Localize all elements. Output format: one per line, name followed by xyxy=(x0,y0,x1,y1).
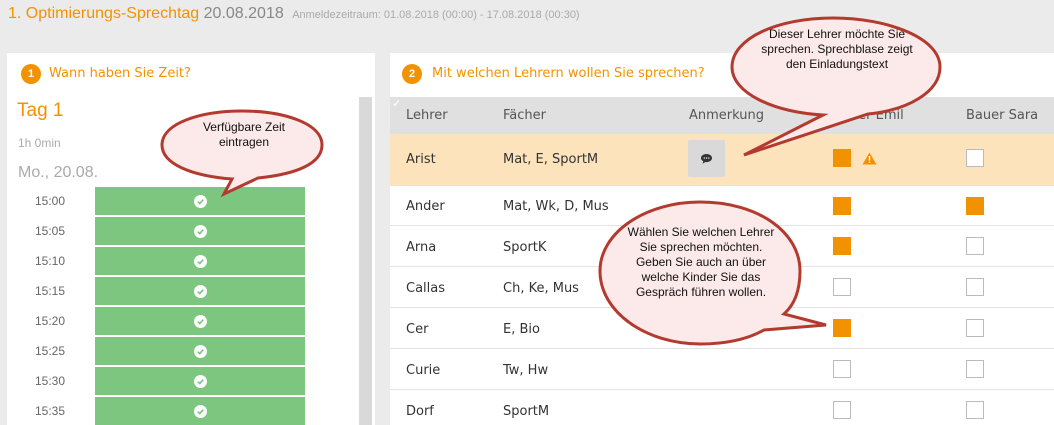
check-circle-icon xyxy=(193,404,207,418)
slot-time: 15:00 xyxy=(35,194,66,208)
time-slot-row[interactable]: 15:30 xyxy=(35,367,325,397)
callout-teacher-text: Dieser Lehrer möchte Sie sprechen. Sprec… xyxy=(761,27,913,71)
time-slot-row[interactable]: 15:20 xyxy=(35,307,325,337)
teacher-name: Curie xyxy=(406,363,441,378)
day-duration: 1h 0min xyxy=(18,136,61,150)
slot-time: 15:25 xyxy=(35,344,66,358)
time-slot-row[interactable]: 15:35 xyxy=(35,397,325,425)
step-2-badge: 2 xyxy=(402,64,422,84)
teacher-subjects: Mat, E, SportM xyxy=(503,152,599,167)
callout-time-text: Verfügbare Zeit eintragen xyxy=(202,120,286,149)
teacher-name: Cer xyxy=(406,322,429,337)
time-slot-row[interactable]: 15:10 xyxy=(35,247,325,277)
select-all-check-icon[interactable]: ✓ xyxy=(392,97,401,110)
table-row[interactable]: Arist Mat, E, SportM xyxy=(390,134,1054,186)
checkbox-sara[interactable] xyxy=(966,278,984,296)
speech-bubble-icon xyxy=(701,153,712,164)
teacher-subjects: Tw, Hw xyxy=(503,363,549,378)
slot-available-bar[interactable] xyxy=(95,217,305,245)
scrollbar[interactable] xyxy=(359,97,372,425)
checkbox-sara[interactable] xyxy=(966,197,984,215)
teacher-subjects: E, Bio xyxy=(503,322,540,337)
check-circle-icon xyxy=(193,344,207,358)
slot-time: 15:20 xyxy=(35,314,66,328)
day-title: Tag 1 xyxy=(17,100,64,121)
checkbox-sara[interactable] xyxy=(966,401,984,419)
check-circle-icon xyxy=(193,224,207,238)
step-1-badge: 1 xyxy=(21,64,41,84)
checkbox-emil[interactable] xyxy=(833,237,851,255)
slot-time: 15:35 xyxy=(35,404,66,418)
table-row[interactable]: Dorf SportM xyxy=(390,390,1054,425)
checkbox-sara[interactable] xyxy=(966,360,984,378)
teacher-heading: Mit welchen Lehrern wollen Sie sprechen? xyxy=(432,66,705,81)
event-date: 20.08.2018 xyxy=(203,5,284,22)
slot-available-bar[interactable] xyxy=(95,277,305,305)
comment-button[interactable] xyxy=(688,140,725,177)
check-circle-icon xyxy=(193,254,207,268)
teacher-subjects: SportK xyxy=(503,240,547,255)
check-circle-icon xyxy=(193,314,207,328)
event-title: 1. Optimierungs-Sprechtag xyxy=(8,5,200,22)
time-slot-row[interactable]: 15:25 xyxy=(35,337,325,367)
teacher-name: Arna xyxy=(406,240,437,255)
checkbox-sara[interactable] xyxy=(966,237,984,255)
column-header-teacher[interactable]: Lehrer xyxy=(406,97,448,134)
registration-range: Anmeldezeitraum: 01.08.2018 (00:00) - 17… xyxy=(292,9,580,21)
teacher-name: Callas xyxy=(406,281,446,296)
teacher-subjects: Ch, Ke, Mus xyxy=(503,281,579,296)
slot-available-bar[interactable] xyxy=(95,247,305,275)
day-date: Mo., 20.08. xyxy=(18,164,99,181)
checkbox-emil[interactable] xyxy=(833,360,851,378)
check-circle-icon xyxy=(193,374,207,388)
slot-time: 15:30 xyxy=(35,374,66,388)
slot-available-bar[interactable] xyxy=(95,367,305,395)
table-header: Lehrer Fächer Anmerkung Bauer Emil Bauer… xyxy=(390,97,1054,134)
checkbox-emil[interactable] xyxy=(833,278,851,296)
slot-available-bar[interactable] xyxy=(95,397,305,425)
checkbox-sara[interactable] xyxy=(966,319,984,337)
teacher-name: Dorf xyxy=(406,404,434,419)
teacher-subjects: Mat, Wk, D, Mus xyxy=(503,199,609,214)
page-header: 1. Optimierungs-Sprechtag 20.08.2018 Anm… xyxy=(8,5,580,25)
checkbox-sara[interactable] xyxy=(966,149,984,167)
slot-time: 15:15 xyxy=(35,284,66,298)
check-circle-icon xyxy=(193,284,207,298)
teacher-name: Ander xyxy=(406,199,445,214)
column-header-subjects[interactable]: Fächer xyxy=(503,97,546,134)
checkbox-emil[interactable] xyxy=(833,319,851,337)
availability-heading: Wann haben Sie Zeit? xyxy=(49,66,191,81)
teacher-subjects: SportM xyxy=(503,404,550,419)
column-header-child-sara[interactable]: Bauer Sara xyxy=(966,97,1038,134)
time-slot-list: 15:00 15:05 15:10 15:15 15:20 15:25 15:3… xyxy=(35,187,325,425)
checkbox-emil[interactable] xyxy=(833,401,851,419)
time-slot-row[interactable]: 15:05 xyxy=(35,217,325,247)
slot-available-bar[interactable] xyxy=(95,337,305,365)
slot-time: 15:10 xyxy=(35,254,66,268)
checkbox-emil[interactable] xyxy=(833,197,851,215)
slot-time: 15:05 xyxy=(35,224,66,238)
teacher-name: Arist xyxy=(406,152,436,167)
callout-choose-text: Wählen Sie welchen Lehrer Sie sprechen m… xyxy=(627,225,775,299)
slot-available-bar[interactable] xyxy=(95,307,305,335)
time-slot-row[interactable]: 15:15 xyxy=(35,277,325,307)
